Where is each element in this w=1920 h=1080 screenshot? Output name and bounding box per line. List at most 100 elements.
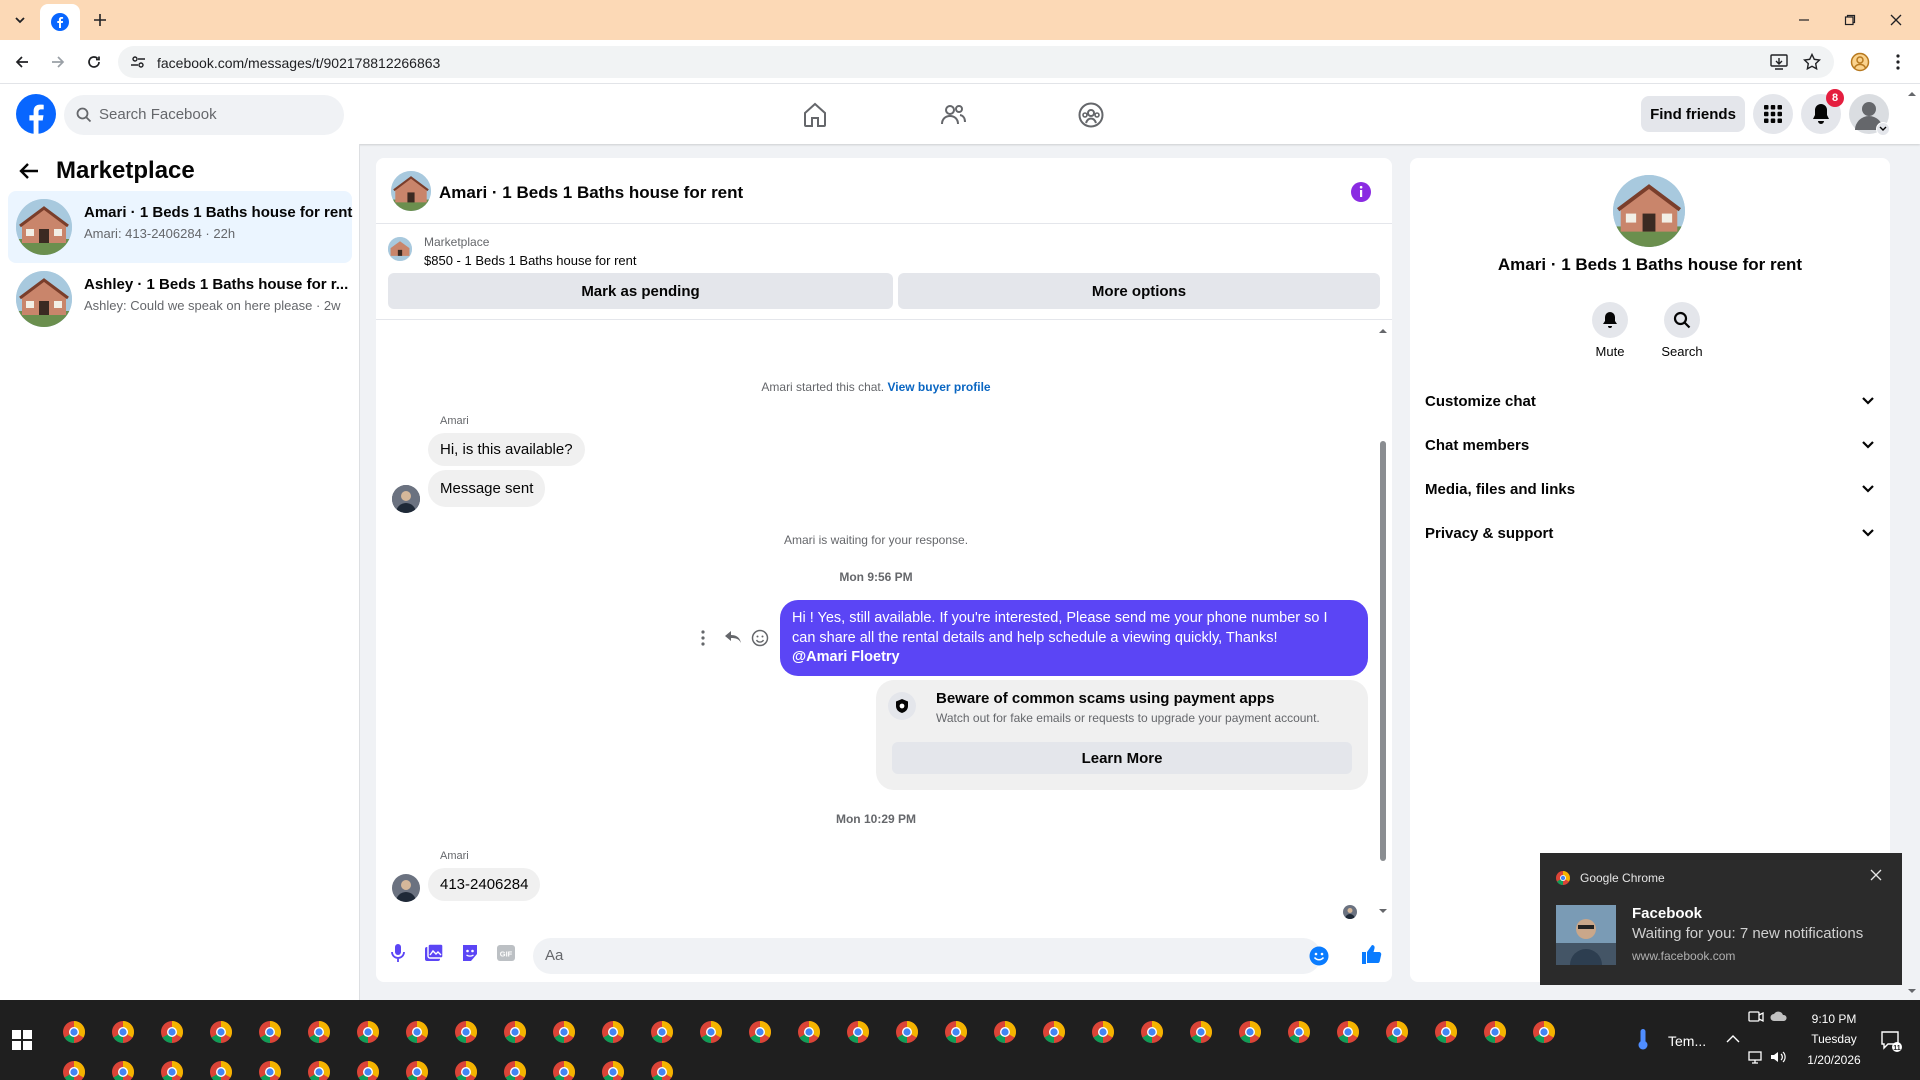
chrome-app-icon[interactable] [454, 1060, 478, 1080]
chrome-app-icon[interactable] [601, 1020, 625, 1044]
microphone-icon[interactable] [389, 943, 407, 963]
install-app-icon[interactable] [1763, 46, 1795, 78]
chrome-app-icon[interactable] [503, 1060, 527, 1080]
restore-icon[interactable] [1834, 4, 1866, 36]
chrome-app-icon[interactable] [454, 1020, 478, 1044]
chrome-app-icon[interactable] [1091, 1020, 1115, 1044]
react-emoji-icon[interactable] [751, 629, 769, 647]
chrome-app-icon[interactable] [748, 1020, 772, 1044]
like-thumbs-up-icon[interactable] [1360, 943, 1382, 965]
chat-scrollbar[interactable] [1378, 326, 1388, 916]
minimize-icon[interactable] [1788, 4, 1820, 36]
gif-icon[interactable]: GIF [496, 944, 516, 962]
photo-icon[interactable] [424, 943, 444, 963]
chat-members-section[interactable]: Chat members [1425, 423, 1875, 467]
reload-icon[interactable] [78, 46, 110, 78]
url-text[interactable]: facebook.com/messages/t/902178812266863 [157, 55, 440, 71]
onedrive-icon[interactable] [1770, 1010, 1788, 1022]
close-window-icon[interactable] [1880, 4, 1912, 36]
chrome-menu-icon[interactable] [1882, 46, 1914, 78]
volume-icon[interactable] [1770, 1050, 1788, 1064]
chrome-app-icon[interactable] [111, 1020, 135, 1044]
my-message-bubble[interactable]: Hi ! Yes, still available. If you're int… [780, 600, 1368, 676]
more-options-button[interactable]: More options [898, 273, 1380, 309]
chrome-app-icon[interactable] [307, 1020, 331, 1044]
chrome-app-icon[interactable] [1532, 1020, 1556, 1044]
view-buyer-profile-link[interactable]: View buyer profile [887, 380, 990, 394]
facebook-logo-icon[interactable] [16, 94, 56, 134]
message-bubble[interactable]: Message sent [428, 470, 546, 507]
message-input[interactable]: Aa [533, 938, 1329, 974]
sender-avatar[interactable] [392, 485, 420, 513]
menu-grid-icon[interactable] [1753, 94, 1793, 134]
chrome-app-icon[interactable] [1385, 1020, 1409, 1044]
message-bubble[interactable]: Hi, is this available? [428, 433, 585, 466]
page-scrollbar[interactable] [1906, 90, 1918, 995]
chrome-app-icon[interactable] [650, 1020, 674, 1044]
chrome-app-icon[interactable] [895, 1020, 919, 1044]
search-conversation-icon[interactable] [1664, 302, 1700, 338]
more-actions-icon[interactable] [700, 630, 706, 646]
chrome-app-icon[interactable] [1140, 1020, 1164, 1044]
conversation-item[interactable]: Amari · 1 Beds 1 Baths house for rent Am… [8, 191, 352, 263]
back-arrow-icon[interactable] [6, 46, 38, 78]
chrome-app-icon[interactable] [650, 1060, 674, 1080]
emoji-icon[interactable] [1309, 946, 1329, 966]
chat-avatar[interactable] [391, 171, 431, 211]
find-friends-button[interactable]: Find friends [1641, 96, 1745, 132]
media-files-links-section[interactable]: Media, files and links [1425, 467, 1875, 511]
mute-bell-icon[interactable] [1592, 302, 1628, 338]
info-icon[interactable] [1350, 181, 1372, 203]
chrome-app-icon[interactable] [1434, 1020, 1458, 1044]
friends-icon[interactable] [939, 101, 967, 129]
chrome-app-icon[interactable] [699, 1020, 723, 1044]
chrome-app-icon[interactable] [944, 1020, 968, 1044]
account-chevron-icon[interactable] [1876, 122, 1890, 136]
chat-title[interactable]: Amari · 1 Beds 1 Baths house for rent [439, 183, 743, 203]
chrome-app-icon[interactable] [62, 1020, 86, 1044]
network-icon[interactable] [1748, 1050, 1766, 1064]
search-label[interactable]: Search [1642, 344, 1722, 359]
chrome-app-icon[interactable] [405, 1020, 429, 1044]
home-icon[interactable] [801, 101, 829, 129]
learn-more-button[interactable]: Learn More [892, 742, 1352, 774]
conversation-item[interactable]: Ashley · 1 Beds 1 Baths house for r... A… [8, 263, 352, 335]
chrome-app-icon[interactable] [356, 1020, 380, 1044]
chrome-app-icon[interactable] [1483, 1020, 1507, 1044]
mark-as-pending-button[interactable]: Mark as pending [388, 273, 893, 309]
chrome-app-icon[interactable] [62, 1060, 86, 1080]
clock-day[interactable]: Tuesday [1790, 1032, 1878, 1046]
chrome-app-icon[interactable] [405, 1060, 429, 1080]
chrome-notification-toast[interactable]: Google Chrome Facebook Waiting for you: … [1540, 853, 1902, 985]
facebook-search-input[interactable]: Search Facebook [64, 95, 344, 135]
site-info-icon[interactable] [130, 54, 146, 70]
chrome-app-icon[interactable] [160, 1060, 184, 1080]
tab-search-chevron-icon[interactable] [4, 4, 36, 36]
meet-now-icon[interactable] [1748, 1010, 1764, 1024]
chrome-app-icon[interactable] [1238, 1020, 1262, 1044]
chrome-app-icon[interactable] [1189, 1020, 1213, 1044]
chrome-app-icon[interactable] [1042, 1020, 1066, 1044]
weather-text[interactable]: Tem... [1668, 1033, 1706, 1049]
close-icon[interactable] [1870, 869, 1882, 881]
chrome-app-icon[interactable] [258, 1020, 282, 1044]
chrome-app-icon[interactable] [209, 1020, 233, 1044]
privacy-support-section[interactable]: Privacy & support [1425, 511, 1875, 555]
chrome-app-icon[interactable] [797, 1020, 821, 1044]
chrome-app-icon[interactable] [552, 1060, 576, 1080]
chrome-app-icon[interactable] [307, 1060, 331, 1080]
chrome-app-icon[interactable] [1287, 1020, 1311, 1044]
mention[interactable]: @Amari Floetry [792, 648, 1356, 668]
listing-title[interactable]: $850 - 1 Beds 1 Baths house for rent [424, 253, 636, 268]
chrome-app-icon[interactable] [993, 1020, 1017, 1044]
chevron-up-icon[interactable] [1726, 1034, 1740, 1044]
message-bubble[interactable]: 413-2406284 [428, 868, 541, 901]
chrome-app-icon[interactable] [552, 1020, 576, 1044]
notification-center-icon[interactable]: 11 [1880, 1030, 1902, 1052]
customize-chat-section[interactable]: Customize chat [1425, 379, 1875, 423]
bookmark-star-icon[interactable] [1796, 46, 1828, 78]
browser-tab-facebook[interactable] [40, 4, 80, 40]
chrome-app-icon[interactable] [258, 1060, 282, 1080]
back-arrow-icon[interactable] [18, 160, 40, 182]
chrome-app-icon[interactable] [209, 1060, 233, 1080]
